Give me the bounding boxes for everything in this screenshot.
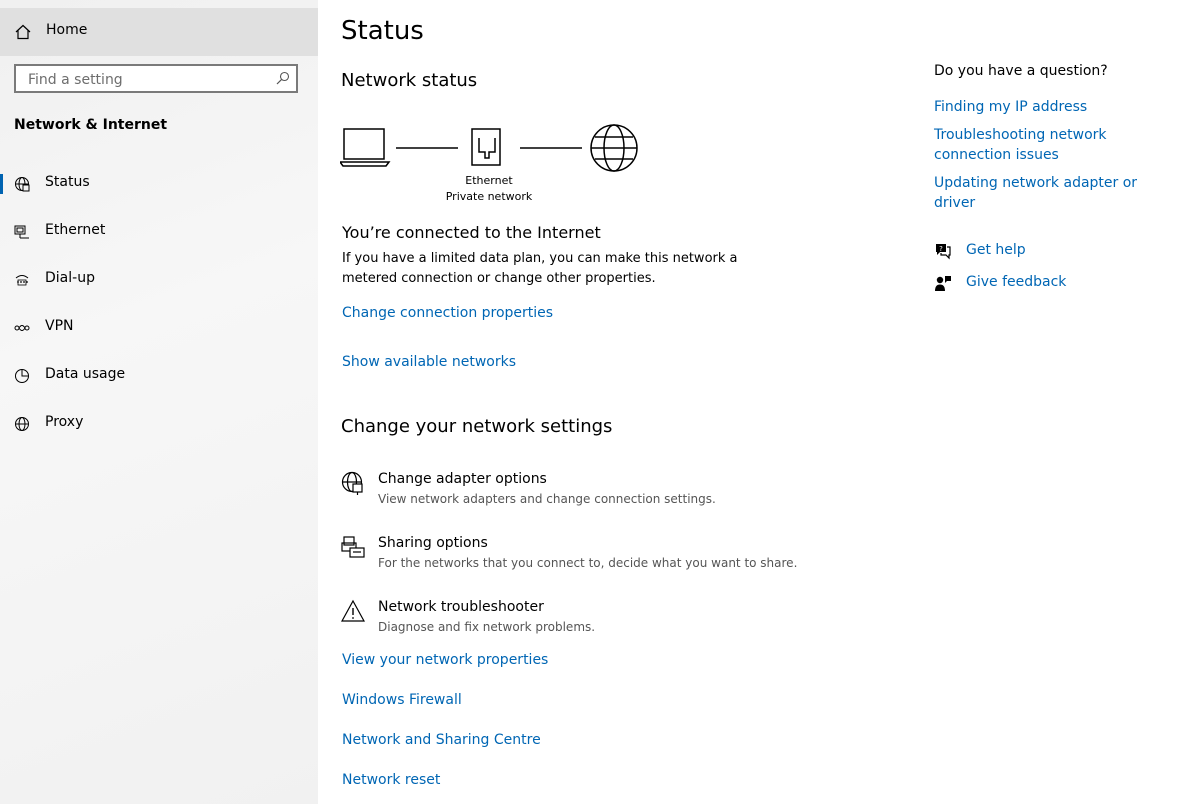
feedback-person-icon <box>935 276 951 291</box>
troubleshooting-link[interactable]: Troubleshooting network connection issue… <box>934 125 1124 165</box>
main-content: Status Network status Ethernet Private n… <box>318 0 1185 804</box>
network-reset-link[interactable]: Network reset <box>342 772 440 788</box>
setting-title: Network troubleshooter <box>378 599 544 615</box>
question-heading: Do you have a question? <box>934 63 1108 79</box>
section-title: Network & Internet <box>14 117 168 133</box>
change-settings-heading: Change your network settings <box>341 416 613 437</box>
sidebar-item-label: Dial-up <box>45 270 95 286</box>
updating-adapter-link[interactable]: Updating network adapter or driver <box>934 173 1179 213</box>
chat-help-icon: ? <box>936 244 951 260</box>
ethernet-icon <box>14 225 29 239</box>
search-input[interactable] <box>26 70 270 90</box>
network-status-heading: Network status <box>341 70 478 91</box>
setting-title: Sharing options <box>378 535 488 551</box>
data-usage-icon <box>15 369 29 383</box>
network-type-label: Private network <box>445 190 533 203</box>
get-help-button[interactable]: ? Get help <box>934 242 1134 266</box>
adapter-label: Ethernet <box>465 174 513 187</box>
sidebar-item-proxy[interactable]: Proxy <box>0 404 318 444</box>
sidebar-item-label: Ethernet <box>45 222 106 238</box>
windows-firewall-link[interactable]: Windows Firewall <box>342 692 462 708</box>
show-available-networks-link[interactable]: Show available networks <box>342 354 516 370</box>
setting-desc: View network adapters and change connect… <box>378 492 716 506</box>
sharing-printer-icon <box>341 536 365 558</box>
search-box[interactable] <box>14 64 298 93</box>
vpn-icon <box>14 325 30 331</box>
ethernet-adapter-icon <box>471 128 501 166</box>
sidebar-item-ethernet[interactable]: Ethernet <box>0 212 318 252</box>
sidebar-item-label: VPN <box>45 318 74 334</box>
sidebar: Home Network & Internet Status Ethernet <box>0 0 318 804</box>
view-network-properties-link[interactable]: View your network properties <box>342 652 548 668</box>
dial-up-icon <box>15 275 29 286</box>
sidebar-item-dial-up[interactable]: Dial-up <box>0 260 318 300</box>
search-icon[interactable] <box>276 71 290 85</box>
sidebar-item-label: Status <box>45 174 90 190</box>
setting-desc: Diagnose and fix network problems. <box>378 620 596 634</box>
sidebar-item-status[interactable]: Status <box>0 164 318 204</box>
home-button[interactable]: Home <box>0 8 318 56</box>
give-feedback-button[interactable]: Give feedback <box>934 274 1134 298</box>
change-connection-properties-link[interactable]: Change connection properties <box>342 305 553 321</box>
sharing-options[interactable]: Sharing options For the networks that yo… <box>341 535 841 585</box>
setting-title: Change adapter options <box>378 471 547 487</box>
sidebar-item-data-usage[interactable]: Data usage <box>0 356 318 396</box>
internet-globe-icon <box>590 124 638 172</box>
connection-status-title: You’re connected to the Internet <box>342 223 601 242</box>
give-feedback-label: Give feedback <box>966 274 1067 290</box>
sidebar-item-label: Proxy <box>45 414 84 430</box>
warning-icon <box>341 599 365 622</box>
connection-status-desc: If you have a limited data plan, you can… <box>342 251 738 286</box>
page-title: Status <box>341 16 424 46</box>
home-label: Home <box>46 22 88 38</box>
network-sharing-centre-link[interactable]: Network and Sharing Centre <box>342 732 541 748</box>
network-troubleshooter[interactable]: Network troubleshooter Diagnose and fix … <box>341 599 841 649</box>
globe-status-icon <box>15 177 30 192</box>
svg-text:?: ? <box>939 245 943 253</box>
adapter-globe-icon <box>341 471 363 495</box>
change-adapter-options[interactable]: Change adapter options View network adap… <box>341 471 841 521</box>
home-icon <box>15 24 31 40</box>
globe-icon <box>15 417 29 431</box>
sidebar-item-label: Data usage <box>45 366 126 382</box>
sidebar-item-vpn[interactable]: VPN <box>0 308 318 348</box>
get-help-label: Get help <box>966 242 1026 258</box>
finding-ip-link[interactable]: Finding my IP address <box>934 97 1179 117</box>
laptop-icon <box>340 128 391 167</box>
setting-desc: For the networks that you connect to, de… <box>378 556 798 570</box>
